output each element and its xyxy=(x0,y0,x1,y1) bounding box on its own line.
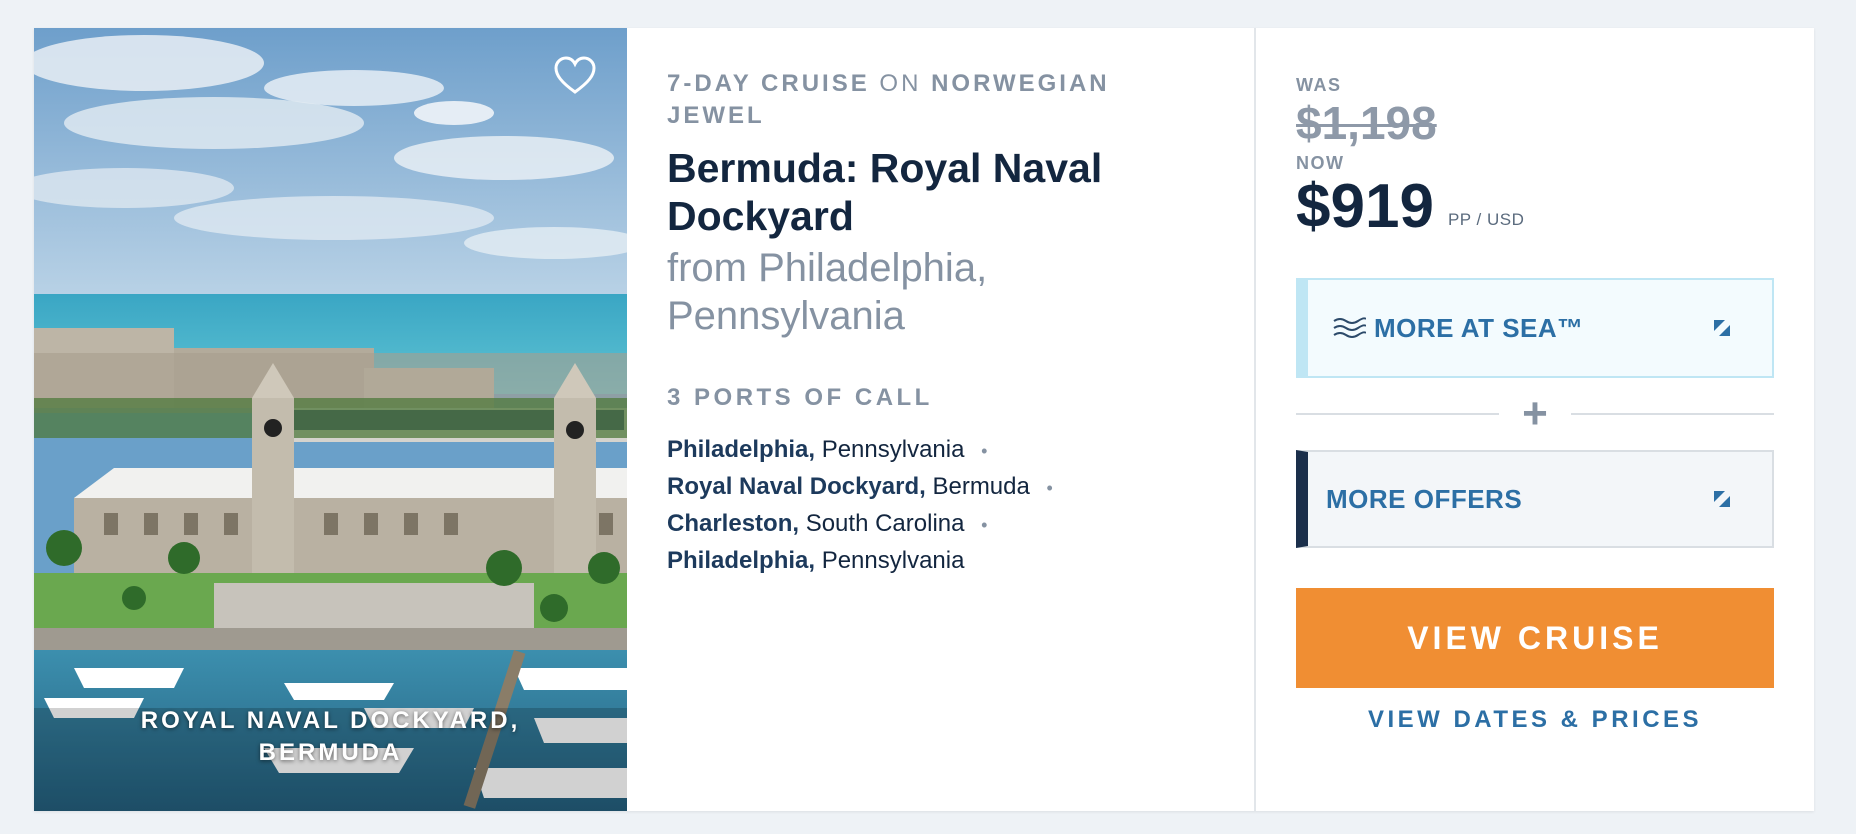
port-city: Charleston, xyxy=(667,510,800,537)
caption-line-2: BERMUDA xyxy=(258,739,403,766)
departure-port: from Philadelphia, Pennsylvania xyxy=(667,246,988,338)
port-region: Pennsylvania xyxy=(821,436,965,463)
dockyard-illustration xyxy=(34,28,627,811)
view-dates-prices-link[interactable]: VIEW DATES & PRICES xyxy=(1296,706,1774,734)
cruise-details: 7-DAY CRUISE ON NORWEGIAN JEWEL Bermuda:… xyxy=(627,28,1256,811)
port-separator: • xyxy=(981,441,988,461)
divider-line xyxy=(1571,413,1774,415)
cruise-eyebrow: 7-DAY CRUISE ON NORWEGIAN JEWEL xyxy=(667,68,1187,132)
more-offers-button[interactable]: MORE OFFERS xyxy=(1296,450,1774,548)
now-price: $919 xyxy=(1296,172,1434,241)
caption-line-1: ROYAL NAVAL DOCKYARD, xyxy=(140,707,521,734)
divider-line xyxy=(1296,413,1499,415)
was-label: WAS xyxy=(1296,75,1342,95)
port-item: Philadelphia, Pennsylvania xyxy=(667,543,1254,579)
destination-photo[interactable]: ROYAL NAVAL DOCKYARD, BERMUDA xyxy=(34,28,627,811)
port-separator: • xyxy=(1046,478,1053,498)
port-region: Pennsylvania xyxy=(821,547,965,574)
ports-heading: 3 PORTS OF CALL xyxy=(667,384,933,411)
ports-list: Philadelphia, Pennsylvania • Royal Naval… xyxy=(667,432,1254,579)
port-item: Philadelphia, Pennsylvania • xyxy=(667,432,1254,469)
now-price-row: $919 PP / USD xyxy=(1296,174,1774,240)
connector-label: ON xyxy=(879,70,922,97)
cruise-title[interactable]: Bermuda: Royal Naval Dockyard xyxy=(667,144,1187,240)
plus-icon: + xyxy=(1522,389,1548,438)
port-city: Royal Naval Dockyard, xyxy=(667,473,926,500)
duration-label: 7-DAY CRUISE xyxy=(667,70,870,97)
heart-outline-icon[interactable] xyxy=(553,54,597,98)
offer-divider: + xyxy=(1296,378,1774,450)
port-item: Royal Naval Dockyard, Bermuda • xyxy=(667,469,1254,506)
port-region: South Carolina xyxy=(805,510,965,537)
more-at-sea-label: MORE AT SEA™ xyxy=(1374,312,1584,343)
expand-icon xyxy=(1714,491,1730,507)
more-offers-label: MORE OFFERS xyxy=(1326,483,1523,514)
port-city: Philadelphia, xyxy=(667,436,816,463)
more-at-sea-button[interactable]: MORE AT SEA™ xyxy=(1296,278,1774,378)
pricing-panel: WAS $1,198 NOW $919 PP / USD MORE AT SEA… xyxy=(1256,28,1814,811)
waves-icon xyxy=(1333,317,1366,338)
photo-caption: ROYAL NAVAL DOCKYARD, BERMUDA xyxy=(34,705,627,769)
port-item: Charleston, South Carolina • xyxy=(667,506,1254,543)
cruise-card: ROYAL NAVAL DOCKYARD, BERMUDA 7-DAY CRUI… xyxy=(34,28,1814,811)
price-unit: PP / USD xyxy=(1447,210,1525,229)
now-label: NOW xyxy=(1296,153,1345,173)
port-separator: • xyxy=(981,515,988,535)
expand-icon xyxy=(1714,320,1730,336)
port-region: Bermuda xyxy=(932,473,1030,500)
port-city: Philadelphia, xyxy=(667,547,816,574)
was-price: $1,198 xyxy=(1296,97,1437,149)
view-cruise-button[interactable]: VIEW CRUISE xyxy=(1296,588,1774,688)
